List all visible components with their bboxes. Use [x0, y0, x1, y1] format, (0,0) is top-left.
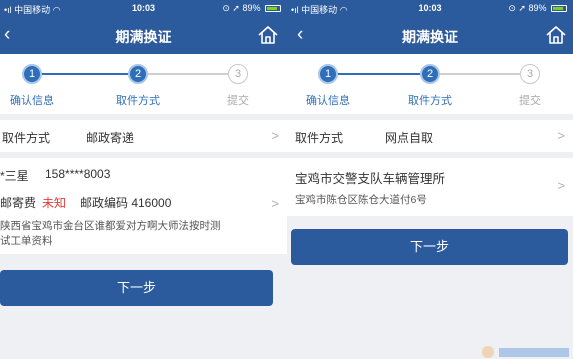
step-3-label: 提交 — [227, 95, 249, 107]
postcode: 邮政编码 416000 — [80, 196, 172, 210]
screen-office-pickup: •ıl 中国移动 ◠ 10:03 ⊙ ➚ 89% ‹ 期满换证 1 2 3 确认… — [287, 0, 573, 359]
watermark-logo — [482, 346, 569, 358]
step-1-label: 确认信息 — [10, 95, 54, 107]
office-card[interactable]: 宝鸡市交警支队车辆管理所 宝鸡市陈仓区陈仓大道付6号 > — [287, 158, 573, 216]
chevron-right-icon: > — [557, 128, 565, 143]
step-1-circle: 1 — [22, 64, 42, 84]
recipient-phone: 158****8003 — [45, 167, 111, 181]
step-2-circle: 2 — [128, 64, 148, 84]
chevron-right-icon: > — [557, 178, 565, 193]
address-line-2: 试工单资料 — [0, 235, 53, 247]
step-1-circle: 1 — [318, 64, 338, 84]
recipient-name: *三星 — [0, 169, 29, 183]
next-button[interactable]: 下一步 — [0, 270, 273, 306]
status-bar: •ıl 中国移动 ◠ 10:03 ⊙ ➚ 89% — [0, 0, 287, 17]
home-icon[interactable] — [257, 24, 279, 46]
nav-bar: ‹ 期满换证 — [287, 17, 573, 54]
status-right: ⊙ ➚ 89% — [222, 3, 281, 14]
step-connector-2 — [148, 73, 230, 75]
address-card[interactable]: *三星 158****8003 邮寄费 未知 邮政编码 416000 > 陕西省… — [0, 158, 287, 254]
office-name: 宝鸡市交警支队车辆管理所 — [295, 172, 446, 186]
battery-icon — [265, 5, 281, 13]
home-icon[interactable] — [545, 24, 567, 46]
address-line-1: 陕西省宝鸡市金台区谁都爱对方啊大师法按时测 — [0, 220, 221, 232]
step-connector-1 — [338, 73, 420, 75]
status-right: ⊙ ➚ 89% — [508, 3, 567, 14]
screen-postal-delivery: •ıl 中国移动 ◠ 10:03 ⊙ ➚ 89% ‹ 期满换证 1 2 3 确认… — [0, 0, 287, 359]
pickup-method-label: 取件方式 — [295, 131, 344, 145]
step-connector-2 — [440, 73, 520, 75]
step-3-label: 提交 — [519, 95, 541, 107]
battery-icon — [551, 5, 567, 13]
battery-percent: 89% — [528, 3, 547, 13]
nav-bar: ‹ 期满换证 — [0, 17, 287, 54]
pickup-method-label: 取件方式 — [2, 131, 51, 145]
progress-steps: 1 2 3 确认信息 取件方式 提交 — [0, 54, 287, 114]
battery-percent: 89% — [242, 3, 261, 13]
step-3-circle: 3 — [520, 64, 540, 84]
step-1-label: 确认信息 — [306, 95, 350, 107]
chevron-right-icon: > — [271, 128, 279, 143]
step-connector-1 — [42, 73, 128, 75]
pickup-method-value: 邮政寄递 — [86, 131, 135, 145]
step-3-circle: 3 — [228, 64, 248, 84]
status-bar: •ıl 中国移动 ◠ 10:03 ⊙ ➚ 89% — [287, 0, 573, 17]
office-address: 宝鸡市陈仓区陈仓大道付6号 — [295, 194, 427, 206]
pickup-method-row[interactable]: 取件方式 邮政寄递 > — [0, 120, 287, 152]
page-title: 期满换证 — [115, 29, 172, 45]
postage-value: 未知 — [42, 196, 67, 210]
progress-steps: 1 2 3 确认信息 取件方式 提交 — [287, 54, 573, 114]
location-icon: ⊙ ➚ — [508, 3, 526, 13]
postage-label: 邮寄费 — [0, 196, 37, 210]
pickup-method-row[interactable]: 取件方式 网点自取 > — [287, 120, 573, 152]
next-button[interactable]: 下一步 — [291, 229, 568, 265]
location-icon: ⊙ ➚ — [222, 3, 240, 13]
step-2-circle: 2 — [420, 64, 440, 84]
chevron-right-icon: > — [271, 196, 279, 211]
step-2-label: 取件方式 — [116, 95, 160, 107]
step-2-label: 取件方式 — [408, 95, 452, 107]
page-title: 期满换证 — [402, 29, 458, 45]
pickup-method-value: 网点自取 — [385, 131, 434, 145]
